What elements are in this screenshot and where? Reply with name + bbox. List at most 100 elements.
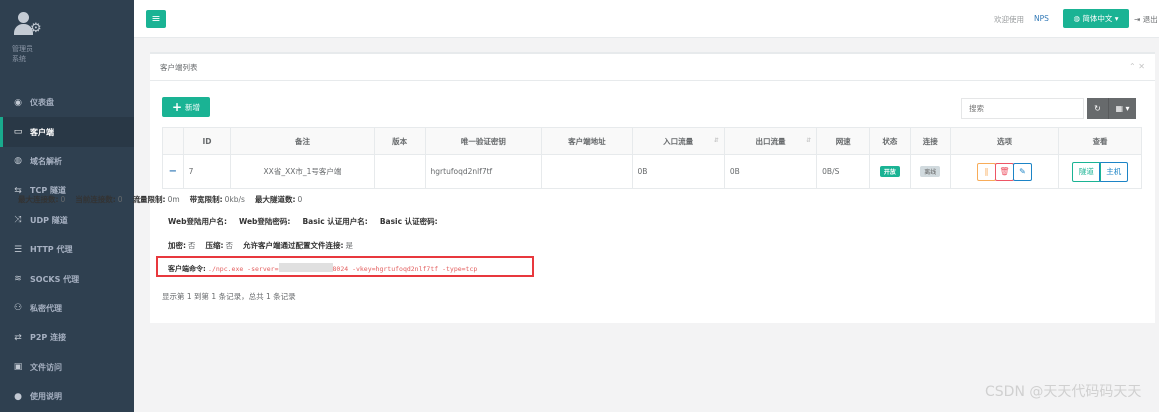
panel-tools-icon[interactable]: ⌃ ✕ <box>1129 62 1145 71</box>
sidebar-item-4[interactable]: ⤨ UDP 隧道 <box>0 206 134 235</box>
user-gear-icon: ⚙ <box>12 12 48 38</box>
random-icon: ⤨ <box>14 215 22 226</box>
language-dropdown[interactable]: ◍ 简体中文 ▾ <box>1063 9 1129 28</box>
sidebar-item-label: P2P 连接 <box>30 333 67 343</box>
sidebar-item-label: 使用说明 <box>30 392 62 402</box>
header-cell[interactable]: 唯一验证密钥 <box>424 127 543 155</box>
redacted-address <box>278 263 333 272</box>
search-input[interactable] <box>961 98 1084 119</box>
header-expand <box>162 127 184 155</box>
edit-button[interactable]: ✎ <box>1013 162 1032 181</box>
sort-icon: ⇵ <box>713 137 719 144</box>
cell-view: 隧道 主机 <box>1058 154 1142 189</box>
header-cell[interactable]: 查看 <box>1058 127 1142 155</box>
detail-item: 加密: 否 <box>168 241 196 250</box>
profile: ⚙ 管理员 系统 <box>0 0 134 88</box>
sidebar-item-label: 私密代理 <box>30 303 62 313</box>
globe-icon: ◍ <box>14 156 22 167</box>
header-cell[interactable]: 网速 <box>816 127 871 155</box>
cell-out-flow: 0B <box>723 154 818 189</box>
detail-item: Basic 认证用户名: <box>302 217 368 226</box>
topbar: ≡ 欢迎使用 NPS ◍ 简体中文 ▾ ⇥ 退出 <box>134 0 1159 38</box>
detail-item: 最大连接数: 0 <box>18 195 66 204</box>
view-tunnel-button[interactable]: 隧道 <box>1071 161 1101 182</box>
pause-button[interactable]: ∥ <box>977 162 996 181</box>
desktop-icon: ▭ <box>13 127 23 138</box>
detail-item: Web登陆密码: <box>238 217 291 226</box>
sidebar-item-2[interactable]: ◍ 域名解析 <box>0 147 134 176</box>
header-cell[interactable]: 连接 <box>909 127 951 155</box>
header-cell[interactable]: 客户端地址 <box>541 127 633 155</box>
client-command: 客户端命令: ./npc.exe -server= 8024 -vkey=hgrt… <box>168 263 478 273</box>
database-icon: ≋ <box>14 274 22 285</box>
detail-item: 压缩: 否 <box>205 241 234 250</box>
sidebar-item-label: HTTP 代理 <box>30 245 73 255</box>
detail-item: Web登陆用户名: <box>168 217 227 226</box>
cell-version <box>373 154 426 189</box>
cell-remark: XX省_XX市_1号客户端 <box>230 154 375 189</box>
sidebar-item-7[interactable]: ⚇ 私密代理 <box>0 294 134 323</box>
sign-out-icon: ⇥ <box>1134 15 1141 24</box>
header-cell[interactable]: 状态 <box>869 127 911 155</box>
detail-item: 流量限制: 0m <box>132 195 180 204</box>
columns-toggle-icon[interactable]: ▦ ▾ <box>1109 98 1136 119</box>
table-header-row: ID 备注 版本 唯一验证密钥 客户端地址 入口流量 ⇵ 出口流量 ⇵ 网速 状态 连接 选项 查看 <box>162 127 1142 155</box>
sidebar-item-label: 域名解析 <box>30 156 62 166</box>
language-label: 简体中文 <box>1082 14 1113 23</box>
header-cell[interactable]: ID <box>182 127 232 155</box>
delete-button[interactable]: 🗑 <box>995 162 1014 181</box>
command-start: ./npc.exe -server= <box>208 265 279 273</box>
sidebar-item-label: 仪表盘 <box>30 98 54 108</box>
sidebar-item-0[interactable]: ◉ 仪表盘 <box>0 88 134 117</box>
cell-options: ∥ 🗑 ✎ <box>949 154 1060 189</box>
profile-name: 管理员 系统 <box>12 45 33 63</box>
detail-item: 允许客户端通过配置文件连接: 是 <box>243 241 353 250</box>
status-badge: 开放 <box>879 166 900 177</box>
cell-address <box>541 154 633 189</box>
sidebar-item-1[interactable]: ▭ 客户端 <box>0 117 134 147</box>
sidebar-item-9[interactable]: ▣ 文件访问 <box>0 353 134 382</box>
cell-speed: 0B/S <box>816 154 871 189</box>
add-button[interactable]: + 新增 <box>162 97 210 117</box>
welcome-text: 欢迎使用 <box>994 15 1024 24</box>
detail-item: 带宽限制: 0kb/s <box>189 195 245 204</box>
detail-line-auth: Web登陆用户名: Web登陆密码: Basic 认证用户名: Basic 认证密码: <box>168 216 450 227</box>
tachometer-icon: ◉ <box>14 97 22 108</box>
detail-line-limits: 最大连接数: 0 当前连接数: 0 流量限制: 0m 带宽限制: 0kb/s 最大隧道数: 0 <box>18 194 312 205</box>
detail-line-flags: 加密: 否压缩: 否允许客户端通过配置文件连接: 是 <box>168 240 363 251</box>
sidebar-item-10[interactable]: ● 使用说明 <box>0 382 134 411</box>
sidebar-item-label: UDP 隧道 <box>30 215 68 225</box>
cell-connection: 离线 <box>909 154 951 189</box>
client-list-panel: 客户端列表 ⌃ ✕ +新增 ↻ ▦ ▾ ID备注版本唯一验证密钥客户端地址入口流… <box>150 52 1155 323</box>
sidebar: ⚙ 管理员 系统 ◉ 仪表盘 ▭ 客户端 ◍ 域名解析 ⇆ TCP 隧道 ⤨ UDP 隧道 ☰ HTT… <box>0 0 134 412</box>
detail-item: 最大隧道数: 0 <box>254 195 303 204</box>
briefcase-icon: ▣ <box>13 362 23 373</box>
sidebar-item-6[interactable]: ≋ SOCKS 代理 <box>0 264 134 293</box>
caret-down-icon: ▾ <box>1114 14 1119 23</box>
handshake-icon: ⚇ <box>13 303 23 314</box>
brand-link[interactable]: NPS <box>1034 14 1049 23</box>
cell-vkey: hgrtufoqd2nlf7tf <box>424 154 543 189</box>
cell-status: 开放 <box>869 154 911 189</box>
refresh-icon[interactable]: ↻ <box>1087 98 1109 119</box>
sidebar-item-8[interactable]: ⇄ P2P 连接 <box>0 323 134 352</box>
header-cell[interactable]: 出口流量 ⇵ <box>723 127 818 155</box>
watermark: CSDN @天天代码码天天 <box>985 384 1142 400</box>
cell-in-flow: 0B <box>631 154 725 189</box>
view-host-button[interactable]: 主机 <box>1099 161 1129 182</box>
globe-icon: ◍ <box>1073 14 1080 23</box>
p2p-icon: ⇄ <box>14 332 22 343</box>
header-cell[interactable]: 入口流量 ⇵ <box>631 127 725 155</box>
panel-header: 客户端列表 ⌃ ✕ <box>150 54 1155 81</box>
detail-item: 当前连接数: 0 <box>75 195 123 204</box>
sidebar-item-label: SOCKS 代理 <box>30 274 80 284</box>
menu-toggle-button[interactable]: ≡ <box>146 10 166 28</box>
logout-link[interactable]: ⇥ 退出 <box>1134 14 1158 25</box>
header-cell[interactable]: 备注 <box>230 127 375 155</box>
cell-id: 7 <box>182 154 232 189</box>
expand-toggle[interactable]: − <box>162 154 184 189</box>
header-cell[interactable]: 选项 <box>949 127 1060 155</box>
sidebar-item-label: 客户端 <box>30 127 54 137</box>
header-cell[interactable]: 版本 <box>373 127 426 155</box>
sidebar-item-5[interactable]: ☰ HTTP 代理 <box>0 235 134 264</box>
